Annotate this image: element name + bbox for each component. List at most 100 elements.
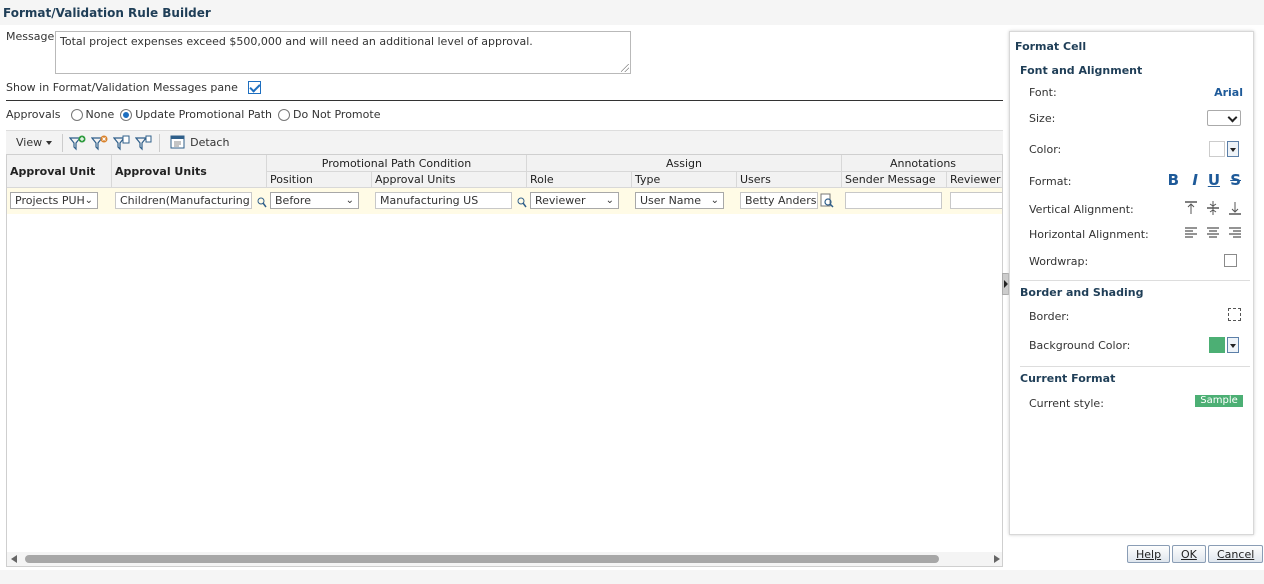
radio-do-not-promote[interactable] xyxy=(278,108,291,121)
edit-filter-icon[interactable] xyxy=(113,135,131,151)
background-color-dropdown[interactable] xyxy=(1227,337,1239,353)
size-select[interactable] xyxy=(1207,110,1241,126)
message-label: Message xyxy=(6,30,55,43)
align-left-icon[interactable] xyxy=(1184,226,1198,240)
dialog-title: Format/Validation Rule Builder xyxy=(3,6,211,20)
col-header-sender-message[interactable]: Sender Message xyxy=(842,172,947,188)
panel-separator xyxy=(1020,280,1250,281)
cancel-button[interactable]: Cancel xyxy=(1208,545,1264,563)
users-value: Betty Anderson xyxy=(745,194,817,207)
add-filter-icon[interactable] xyxy=(69,135,87,151)
position-value: Before xyxy=(275,194,311,207)
align-top-icon[interactable] xyxy=(1184,200,1198,216)
current-style-sample: Sample xyxy=(1195,395,1243,407)
border-shading-section-title: Border and Shading xyxy=(1020,286,1144,299)
approvals-label: Approvals xyxy=(6,108,61,121)
font-color-swatch[interactable] xyxy=(1209,141,1225,157)
approval-units-input[interactable]: Children(Manufacturing US xyxy=(115,192,252,209)
radio-update-promotional-path[interactable] xyxy=(120,108,133,121)
type-select[interactable]: User Name ⌄ xyxy=(635,192,724,209)
approvals-grid: Approval Unit Approval Units Promotional… xyxy=(6,154,1003,567)
wordwrap-label: Wordwrap: xyxy=(1029,255,1089,268)
font-label: Font: xyxy=(1029,86,1057,99)
chevron-down-icon: ⌄ xyxy=(710,195,719,206)
color-label: Color: xyxy=(1029,143,1062,156)
align-right-icon[interactable] xyxy=(1228,226,1242,240)
chevron-down-icon: ⌄ xyxy=(345,195,354,206)
detach-button[interactable]: Detach xyxy=(164,133,235,153)
format-cell-panel: Format Cell Font and Alignment Font: Ari… xyxy=(1009,31,1254,535)
vertical-alignment-label: Vertical Alignment: xyxy=(1029,203,1134,216)
chevron-down-icon: ⌄ xyxy=(84,195,93,206)
approvals-row: Approvals None Update Promotional Path D… xyxy=(6,108,380,121)
approval-unit-select[interactable]: Projects PUH ⌄ xyxy=(10,192,98,209)
scrollbar-thumb[interactable] xyxy=(25,555,939,563)
bold-icon[interactable]: B xyxy=(1168,171,1179,189)
approvals-option-do-not-promote[interactable]: Do Not Promote xyxy=(278,108,380,121)
view-menu-label: View xyxy=(16,136,43,149)
italic-icon[interactable]: I xyxy=(1192,171,1198,189)
ok-button[interactable]: OK xyxy=(1172,545,1206,563)
users-input[interactable]: Betty Anderson xyxy=(740,192,818,209)
help-button[interactable]: Help xyxy=(1127,545,1171,563)
approvals-option-none[interactable]: None xyxy=(70,108,114,121)
font-color-dropdown[interactable] xyxy=(1227,141,1239,157)
size-label: Size: xyxy=(1029,112,1056,125)
role-select[interactable]: Reviewer ⌄ xyxy=(530,192,619,209)
member-selector-icon[interactable] xyxy=(257,196,267,208)
role-value: Reviewer xyxy=(535,194,586,207)
group-header-annotations: Annotations xyxy=(842,155,1002,172)
background-color-swatch[interactable] xyxy=(1209,337,1225,353)
view-menu-button[interactable]: View xyxy=(10,133,58,153)
sender-message-input[interactable] xyxy=(845,192,942,209)
type-value: User Name xyxy=(640,194,702,207)
underline-icon[interactable]: U xyxy=(1208,171,1220,189)
border-none-icon[interactable] xyxy=(1228,308,1241,321)
col-header-type[interactable]: Type xyxy=(632,172,737,188)
col-header-promo-approval-units[interactable]: Approval Units xyxy=(372,172,527,188)
col-header-reviewer-message[interactable]: Reviewer M xyxy=(947,172,1002,188)
format-label: Format: xyxy=(1029,175,1072,188)
position-select[interactable]: Before ⌄ xyxy=(270,192,359,209)
show-in-pane-label: Show in Format/Validation Messages pane xyxy=(6,81,238,94)
horizontal-scrollbar[interactable] xyxy=(7,552,1002,566)
col-header-users[interactable]: Users xyxy=(737,172,842,188)
panel-splitter[interactable] xyxy=(1002,273,1009,295)
toolbar-separator xyxy=(62,133,64,152)
resize-grip-icon[interactable] xyxy=(621,64,629,72)
radio-do-not-promote-label: Do Not Promote xyxy=(293,108,381,121)
remove-filter-icon[interactable] xyxy=(91,135,109,151)
col-header-approval-units[interactable]: Approval Units xyxy=(112,155,267,188)
radio-none[interactable] xyxy=(70,108,83,121)
font-alignment-section-title: Font and Alignment xyxy=(1020,64,1143,77)
clear-filter-icon[interactable] xyxy=(135,135,153,151)
message-textarea[interactable]: Total project expenses exceed $500,000 a… xyxy=(55,31,631,74)
col-header-approval-unit[interactable]: Approval Unit xyxy=(7,155,112,188)
divider xyxy=(6,100,1003,101)
align-bottom-icon[interactable] xyxy=(1228,200,1242,216)
scroll-left-icon[interactable] xyxy=(11,555,17,563)
font-value[interactable]: Arial xyxy=(1214,86,1243,99)
chevron-down-icon xyxy=(46,140,53,145)
col-header-role[interactable]: Role xyxy=(527,172,632,188)
reviewer-message-input[interactable] xyxy=(950,192,1002,209)
message-text: Total project expenses exceed $500,000 a… xyxy=(60,35,533,48)
align-center-icon[interactable] xyxy=(1206,226,1220,240)
promo-approval-units-input[interactable]: Manufacturing US xyxy=(375,192,512,209)
col-header-position[interactable]: Position xyxy=(267,172,372,188)
show-in-pane-checkbox[interactable] xyxy=(247,81,261,94)
scroll-right-icon[interactable] xyxy=(994,555,1000,563)
chevron-down-icon: ⌄ xyxy=(605,195,614,206)
promo-approval-units-value: Manufacturing US xyxy=(380,194,479,207)
approvals-option-update[interactable]: Update Promotional Path xyxy=(120,108,272,121)
table-row: Projects PUH ⌄ Children(Manufacturing US… xyxy=(7,188,1002,214)
strikethrough-icon[interactable]: S xyxy=(1230,171,1241,189)
border-label: Border: xyxy=(1029,310,1070,323)
ok-label: OK xyxy=(1181,547,1197,561)
align-middle-icon[interactable] xyxy=(1206,200,1220,216)
grid-toolbar: View Detach xyxy=(6,130,1003,154)
current-style-label: Current style: xyxy=(1029,397,1104,410)
user-search-icon[interactable] xyxy=(820,193,834,209)
wordwrap-checkbox[interactable] xyxy=(1224,254,1237,267)
member-selector-icon[interactable] xyxy=(517,196,527,208)
